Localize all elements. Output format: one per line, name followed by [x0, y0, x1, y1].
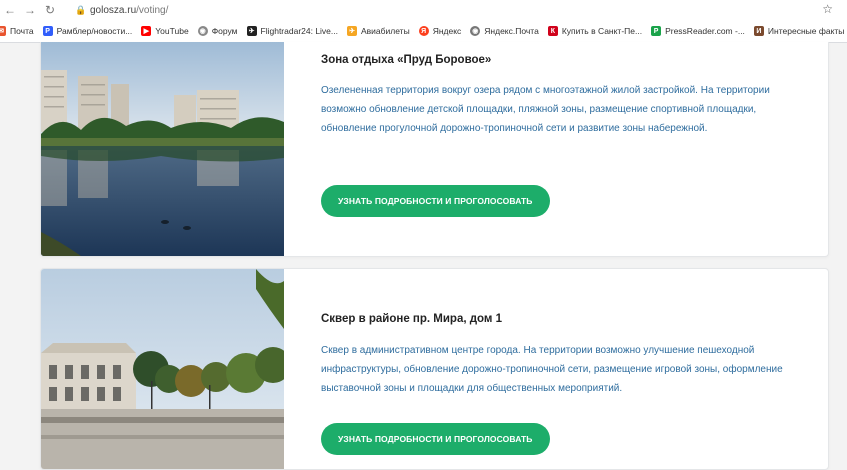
- bookmarks-bar: ✉Почта РРамблер/новости... ▶YouTube ◉Фор…: [0, 20, 847, 43]
- project-photo-pond[interactable]: [41, 42, 284, 256]
- bookmark-item[interactable]: Я Яндекс: [418, 26, 461, 36]
- project-photo-square[interactable]: [41, 269, 284, 469]
- bookmark-item[interactable]: Р Рамблер/новости...: [42, 26, 132, 36]
- plane-icon: ✈: [347, 26, 357, 36]
- project-description: Озелененная территория вокруг озера рядо…: [321, 85, 770, 134]
- flightradar-icon: ✈: [246, 26, 257, 36]
- bookmark-item[interactable]: ◉ Форум: [197, 26, 238, 36]
- pressreader-icon: P: [651, 26, 662, 36]
- youtube-icon: ▶: [141, 26, 152, 36]
- yandex-icon: Я: [418, 26, 429, 36]
- project-content: Сквер в районе пр. Мира, дом 1 Сквер в а…: [321, 311, 808, 455]
- bookmark-star-icon[interactable]: ☆: [822, 2, 833, 16]
- bookmark-item[interactable]: ▶ YouTube: [141, 26, 189, 36]
- url-domain: golosza.ru: [90, 4, 137, 16]
- project-description: Сквер в административном центре города. …: [321, 345, 783, 394]
- vote-button[interactable]: УЗНАТЬ ПОДРОБНОСТИ И ПРОГОЛОСОВАТЬ: [321, 423, 550, 455]
- bookmark-item[interactable]: ✈ Flightradar24: Live...: [246, 26, 338, 36]
- yandex-mail-icon: ◉: [470, 26, 481, 36]
- project-card: Сквер в районе пр. Мира, дом 1 Сквер в а…: [40, 268, 829, 470]
- bookmark-item[interactable]: ✉Почта: [0, 26, 34, 36]
- vote-button[interactable]: УЗНАТЬ ПОДРОБНОСТИ И ПРОГОЛОСОВАТЬ: [321, 185, 550, 217]
- project-content: Зона отдыха «Пруд Боровое» Озелененная т…: [321, 52, 808, 217]
- project-title[interactable]: Зона отдыха «Пруд Боровое»: [321, 52, 808, 68]
- facts-icon: И: [753, 26, 764, 36]
- bookmark-item[interactable]: И Интересные факты: [753, 26, 844, 36]
- url-path: /voting/: [136, 4, 169, 16]
- reload-icon[interactable]: ↻: [40, 0, 60, 20]
- url-field[interactable]: golosza.ru/voting/: [90, 5, 168, 16]
- lock-icon[interactable]: 🔒: [74, 5, 88, 16]
- project-card: Зона отдыха «Пруд Боровое» Озелененная т…: [40, 42, 829, 257]
- bookmark-item[interactable]: P PressReader.com -...: [651, 26, 745, 36]
- bookmark-item[interactable]: ✈ Авиабилеты: [347, 26, 410, 36]
- bookmark-item[interactable]: К Купить в Санкт-Пе...: [547, 26, 642, 36]
- forum-icon: ◉: [197, 26, 208, 36]
- bookmark-item[interactable]: ◉ Яндекс.Почта: [470, 26, 539, 36]
- mail-icon: ✉: [0, 26, 6, 36]
- back-arrow-icon[interactable]: ←: [0, 0, 20, 20]
- forward-arrow-icon[interactable]: →: [20, 0, 40, 20]
- rambler-icon: Р: [42, 26, 53, 36]
- shop-icon: К: [547, 26, 558, 36]
- address-bar-row: ← → ↻ 🔒 golosza.ru/voting/ ☆: [0, 0, 847, 20]
- project-title[interactable]: Сквер в районе пр. Мира, дом 1: [321, 311, 808, 327]
